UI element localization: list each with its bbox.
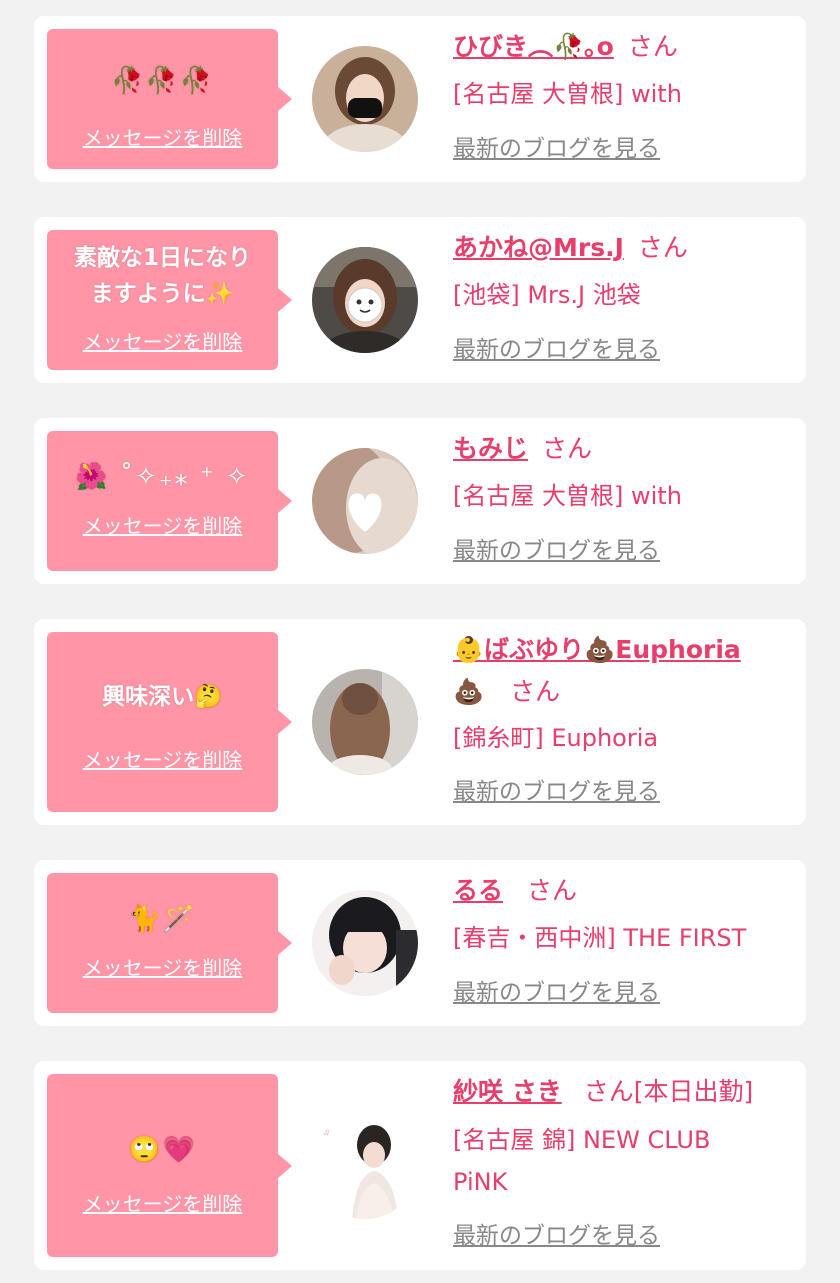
name-row: ひびき︵🥀｡o さん [453, 30, 803, 64]
honorific: さん [627, 32, 678, 61]
message-text-line1: 素敵な1日になり [73, 245, 251, 271]
list-item: 🌺 ˚✧₊⁎ ⁺ ✧ メッセージを削除 もみじ さん [名古屋 大曽根] with… [34, 418, 806, 584]
message-text: 🥀🥀🥀 [110, 66, 215, 96]
message-bubble: 🙄💗 メッセージを削除 [47, 1074, 292, 1257]
latest-blog-link[interactable]: 最新のブログを見る [453, 978, 660, 1008]
message-list: 🥀🥀🥀 メッセージを削除 ひびき︵🥀｡o さん [名古屋 大曽根] with 最新… [0, 0, 840, 1283]
delete-message-link[interactable]: メッセージを削除 [47, 329, 278, 355]
avatar[interactable] [312, 448, 418, 554]
message-text: 興味深い🤔 [102, 684, 223, 710]
name-row-continued: 💩 さん [453, 675, 803, 709]
shop-label-line1: [名古屋 錦] NEW CLUB [453, 1126, 711, 1154]
delete-message-link[interactable]: メッセージを削除 [47, 125, 278, 151]
avatar[interactable] [312, 890, 418, 996]
honorific: さん [583, 1077, 634, 1106]
cast-name-suffix: 💩 [453, 677, 485, 706]
attendance-badge: [本日出勤] [633, 1077, 754, 1106]
latest-blog-link[interactable]: 最新のブログを見る [453, 536, 660, 566]
name-row: 👶ばぶゆり💩Euphoria [453, 633, 803, 667]
delete-message-link[interactable]: メッセージを削除 [47, 1191, 278, 1217]
delete-message-link[interactable]: メッセージを削除 [47, 747, 278, 773]
name-row: もみじ さん [453, 432, 803, 466]
shop-label: [名古屋 大曽根] with [453, 80, 682, 108]
avatar[interactable] [312, 669, 418, 775]
name-row: 紗咲 さき さん[本日出勤] [453, 1075, 813, 1109]
avatar[interactable]: ♔ [312, 1113, 418, 1219]
message-bubble: 興味深い🤔 メッセージを削除 [47, 632, 292, 812]
cast-name-link[interactable]: あかね@Mrs.J [453, 233, 624, 262]
list-item: 🙄💗 メッセージを削除 ♔ 紗咲 さき さん[本日出勤] [名古屋 錦] NEW … [34, 1061, 806, 1270]
honorific: さん [527, 876, 578, 905]
cast-name-link[interactable]: ひびき︵🥀｡o [453, 32, 614, 61]
message-bubble: 🌺 ˚✧₊⁎ ⁺ ✧ メッセージを削除 [47, 431, 292, 571]
cast-name-link[interactable]: 紗咲 さき [453, 1077, 562, 1106]
message-bubble: 🥀🥀🥀 メッセージを削除 [47, 29, 292, 169]
delete-message-link[interactable]: メッセージを削除 [47, 513, 278, 539]
shop-label: [池袋] Mrs.J 池袋 [453, 281, 641, 309]
cast-name-link[interactable]: 👶ばぶゆり💩Euphoria [453, 635, 741, 664]
latest-blog-link[interactable]: 最新のブログを見る [453, 777, 660, 807]
shop-label: [春吉・西中洲] THE FIRST [453, 924, 747, 952]
cast-name-link[interactable]: るる [453, 876, 503, 905]
message-text: 🙄💗 [128, 1135, 197, 1165]
shop-label: [名古屋 大曽根] with [453, 482, 682, 510]
name-row: あかね@Mrs.J さん [453, 231, 803, 265]
latest-blog-link[interactable]: 最新のブログを見る [453, 1221, 660, 1251]
message-bubble: 🐈🪄 メッセージを削除 [47, 873, 292, 1013]
message-text: 🌺 ˚✧₊⁎ ⁺ ✧ [75, 462, 250, 492]
avatar[interactable] [312, 46, 418, 152]
cast-name-link[interactable]: もみじ [453, 434, 528, 463]
honorific: さん [637, 233, 688, 262]
latest-blog-link[interactable]: 最新のブログを見る [453, 134, 660, 164]
svg-text:♔: ♔ [322, 1128, 330, 1138]
list-item: 興味深い🤔 メッセージを削除 👶ばぶゆり💩Euphoria 💩 さん [錦糸町] … [34, 619, 806, 825]
avatar[interactable] [312, 247, 418, 353]
list-item: 🐈🪄 メッセージを削除 るる さん [春吉・西中洲] THE FIRST 最新のブ… [34, 860, 806, 1026]
list-item: 素敵な1日になり ますように✨ メッセージを削除 あかね@Mrs.J さん [池袋… [34, 217, 806, 383]
message-text-line2: ますように✨ [90, 281, 235, 307]
message-text: 🐈🪄 [128, 904, 197, 934]
honorific: さん [542, 434, 593, 463]
message-bubble: 素敵な1日になり ますように✨ メッセージを削除 [47, 230, 292, 370]
shop-label-line2: PiNK [453, 1168, 508, 1196]
honorific: さん [510, 677, 561, 706]
list-item: 🥀🥀🥀 メッセージを削除 ひびき︵🥀｡o さん [名古屋 大曽根] with 最新… [34, 16, 806, 182]
shop-label: [錦糸町] Euphoria [453, 724, 659, 752]
latest-blog-link[interactable]: 最新のブログを見る [453, 335, 660, 365]
name-row: るる さん [453, 874, 803, 908]
delete-message-link[interactable]: メッセージを削除 [47, 955, 278, 981]
